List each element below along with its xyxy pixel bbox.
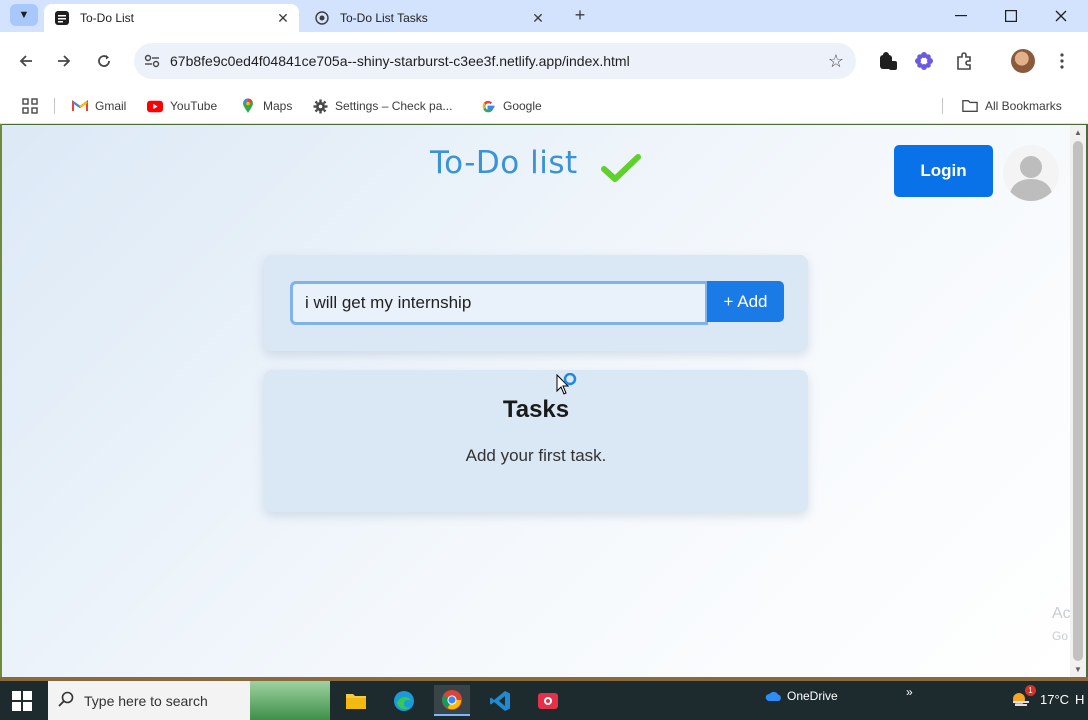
- show-hidden-icons-button[interactable]: »: [906, 685, 913, 699]
- maps-icon: [240, 98, 256, 114]
- address-bar[interactable]: 67b8fe9c0ed4f04841ce705a--shiny-starburs…: [134, 43, 856, 79]
- apps-grid-icon[interactable]: [22, 94, 38, 118]
- search-placeholder: Type here to search: [84, 692, 208, 709]
- bookmark-label: YouTube: [170, 99, 218, 113]
- close-tab-icon[interactable]: ✕: [528, 10, 548, 27]
- site-settings-icon[interactable]: [134, 54, 170, 68]
- new-tab-button[interactable]: +: [568, 4, 592, 26]
- weather-widget[interactable]: 1 17°C H: [1010, 685, 1085, 708]
- page-scrollbar[interactable]: ▲ ▼: [1070, 125, 1086, 677]
- back-arrow-icon[interactable]: [14, 49, 38, 73]
- weather-icon: 1: [1010, 685, 1036, 708]
- tab-todo-list[interactable]: To-Do List ✕: [44, 4, 299, 32]
- minimize-button[interactable]: [936, 0, 986, 32]
- page-viewport: To-Do list Login + Add Tasks Add your fi…: [2, 125, 1070, 677]
- profile-avatar[interactable]: [1011, 49, 1035, 73]
- more-menu-icon[interactable]: [1050, 49, 1074, 73]
- extension-puzzle-dark-icon[interactable]: [876, 49, 900, 73]
- windows-start-icon[interactable]: [12, 691, 32, 711]
- task-input[interactable]: [290, 281, 708, 325]
- weather-suffix: H: [1075, 691, 1085, 707]
- file-explorer-icon[interactable]: [338, 685, 374, 716]
- bookmark-maps[interactable]: Maps: [240, 94, 292, 118]
- gmail-icon: [72, 98, 88, 114]
- tab-search-button[interactable]: ▼: [10, 4, 38, 26]
- reload-icon[interactable]: [92, 49, 116, 73]
- windows-taskbar: Type here to search OneDrive » 1 17°C H: [0, 681, 1088, 720]
- login-button[interactable]: Login: [894, 145, 993, 197]
- tab-title: To-Do List Tasks: [340, 11, 428, 25]
- tasks-empty-message: Add your first task.: [465, 446, 607, 465]
- bookmark-label: Settings – Check pa...: [335, 99, 453, 113]
- scrollbar-thumb[interactable]: [1073, 141, 1083, 661]
- close-window-button[interactable]: [1036, 0, 1086, 32]
- onedrive-tray[interactable]: OneDrive: [765, 689, 838, 703]
- extension-flower-icon[interactable]: [912, 49, 936, 73]
- youtube-icon: [147, 98, 163, 114]
- tasks-card: Tasks Add your first task.: [264, 370, 808, 512]
- search-highlight-image: [250, 681, 330, 720]
- page-favicon-icon: [54, 10, 70, 26]
- browser-toolbar: 67b8fe9c0ed4f04841ce705a--shiny-starburs…: [0, 32, 1088, 88]
- watermark-line: Ac: [1052, 605, 1070, 622]
- bookmark-google[interactable]: Google: [480, 94, 542, 118]
- watermark-line: Go: [1052, 629, 1069, 643]
- bookmark-separator: [54, 98, 55, 114]
- gear-icon: [312, 98, 328, 114]
- close-tab-icon[interactable]: ✕: [273, 10, 293, 27]
- chevron-down-icon: ▼: [18, 9, 30, 21]
- tasks-heading: Tasks: [502, 396, 570, 423]
- all-bookmarks-button[interactable]: All Bookmarks: [962, 94, 1062, 118]
- scroll-down-icon[interactable]: ▼: [1074, 665, 1082, 674]
- tab-strip: ▼ To-Do List ✕ To-Do List Tasks ✕ +: [0, 0, 1088, 32]
- maximize-button[interactable]: [986, 0, 1036, 32]
- folder-icon: [962, 98, 978, 114]
- add-task-card: + Add: [264, 255, 808, 351]
- extensions-puzzle-icon[interactable]: [952, 49, 976, 73]
- bookmark-star-icon[interactable]: ☆: [816, 51, 856, 72]
- screen-recorder-icon[interactable]: [530, 685, 566, 716]
- url-text: 67b8fe9c0ed4f04841ce705a--shiny-starburs…: [170, 53, 630, 69]
- bookmark-youtube[interactable]: YouTube: [147, 94, 217, 118]
- scroll-up-icon[interactable]: ▲: [1074, 128, 1082, 137]
- cloud-icon: [765, 691, 781, 701]
- bookmark-settings[interactable]: Settings – Check pa...: [312, 94, 452, 118]
- tab-title: To-Do List: [80, 11, 135, 25]
- all-bookmarks-label: All Bookmarks: [985, 99, 1062, 113]
- tab-todo-list-tasks[interactable]: To-Do List Tasks ✕: [304, 4, 554, 32]
- notification-badge: 1: [1025, 685, 1036, 696]
- bookmark-separator: [942, 98, 943, 114]
- bookmark-label: Maps: [263, 99, 293, 113]
- user-avatar-icon[interactable]: [1003, 145, 1059, 201]
- busy-cursor-icon: [556, 373, 577, 395]
- chrome-icon[interactable]: [434, 685, 470, 716]
- bookmark-label: Google: [503, 99, 542, 113]
- vscode-icon[interactable]: [482, 685, 518, 716]
- google-icon: [480, 98, 496, 114]
- bookmarks-bar: Gmail YouTube Maps Settings – Check pa..…: [0, 88, 1088, 124]
- search-icon: [48, 691, 84, 711]
- forward-arrow-icon[interactable]: [52, 49, 76, 73]
- onedrive-label: OneDrive: [787, 689, 838, 703]
- activate-windows-watermark: Ac Go: [1052, 603, 1070, 647]
- checkmark-icon: [601, 154, 641, 182]
- bookmark-gmail[interactable]: Gmail: [72, 94, 126, 118]
- page-title: To-Do list: [430, 145, 578, 181]
- bookmark-label: Gmail: [95, 99, 127, 113]
- add-task-button[interactable]: + Add: [707, 281, 784, 322]
- edge-browser-icon[interactable]: [386, 685, 422, 716]
- globe-icon: [314, 10, 330, 26]
- temperature-text: 17°C: [1040, 691, 1070, 707]
